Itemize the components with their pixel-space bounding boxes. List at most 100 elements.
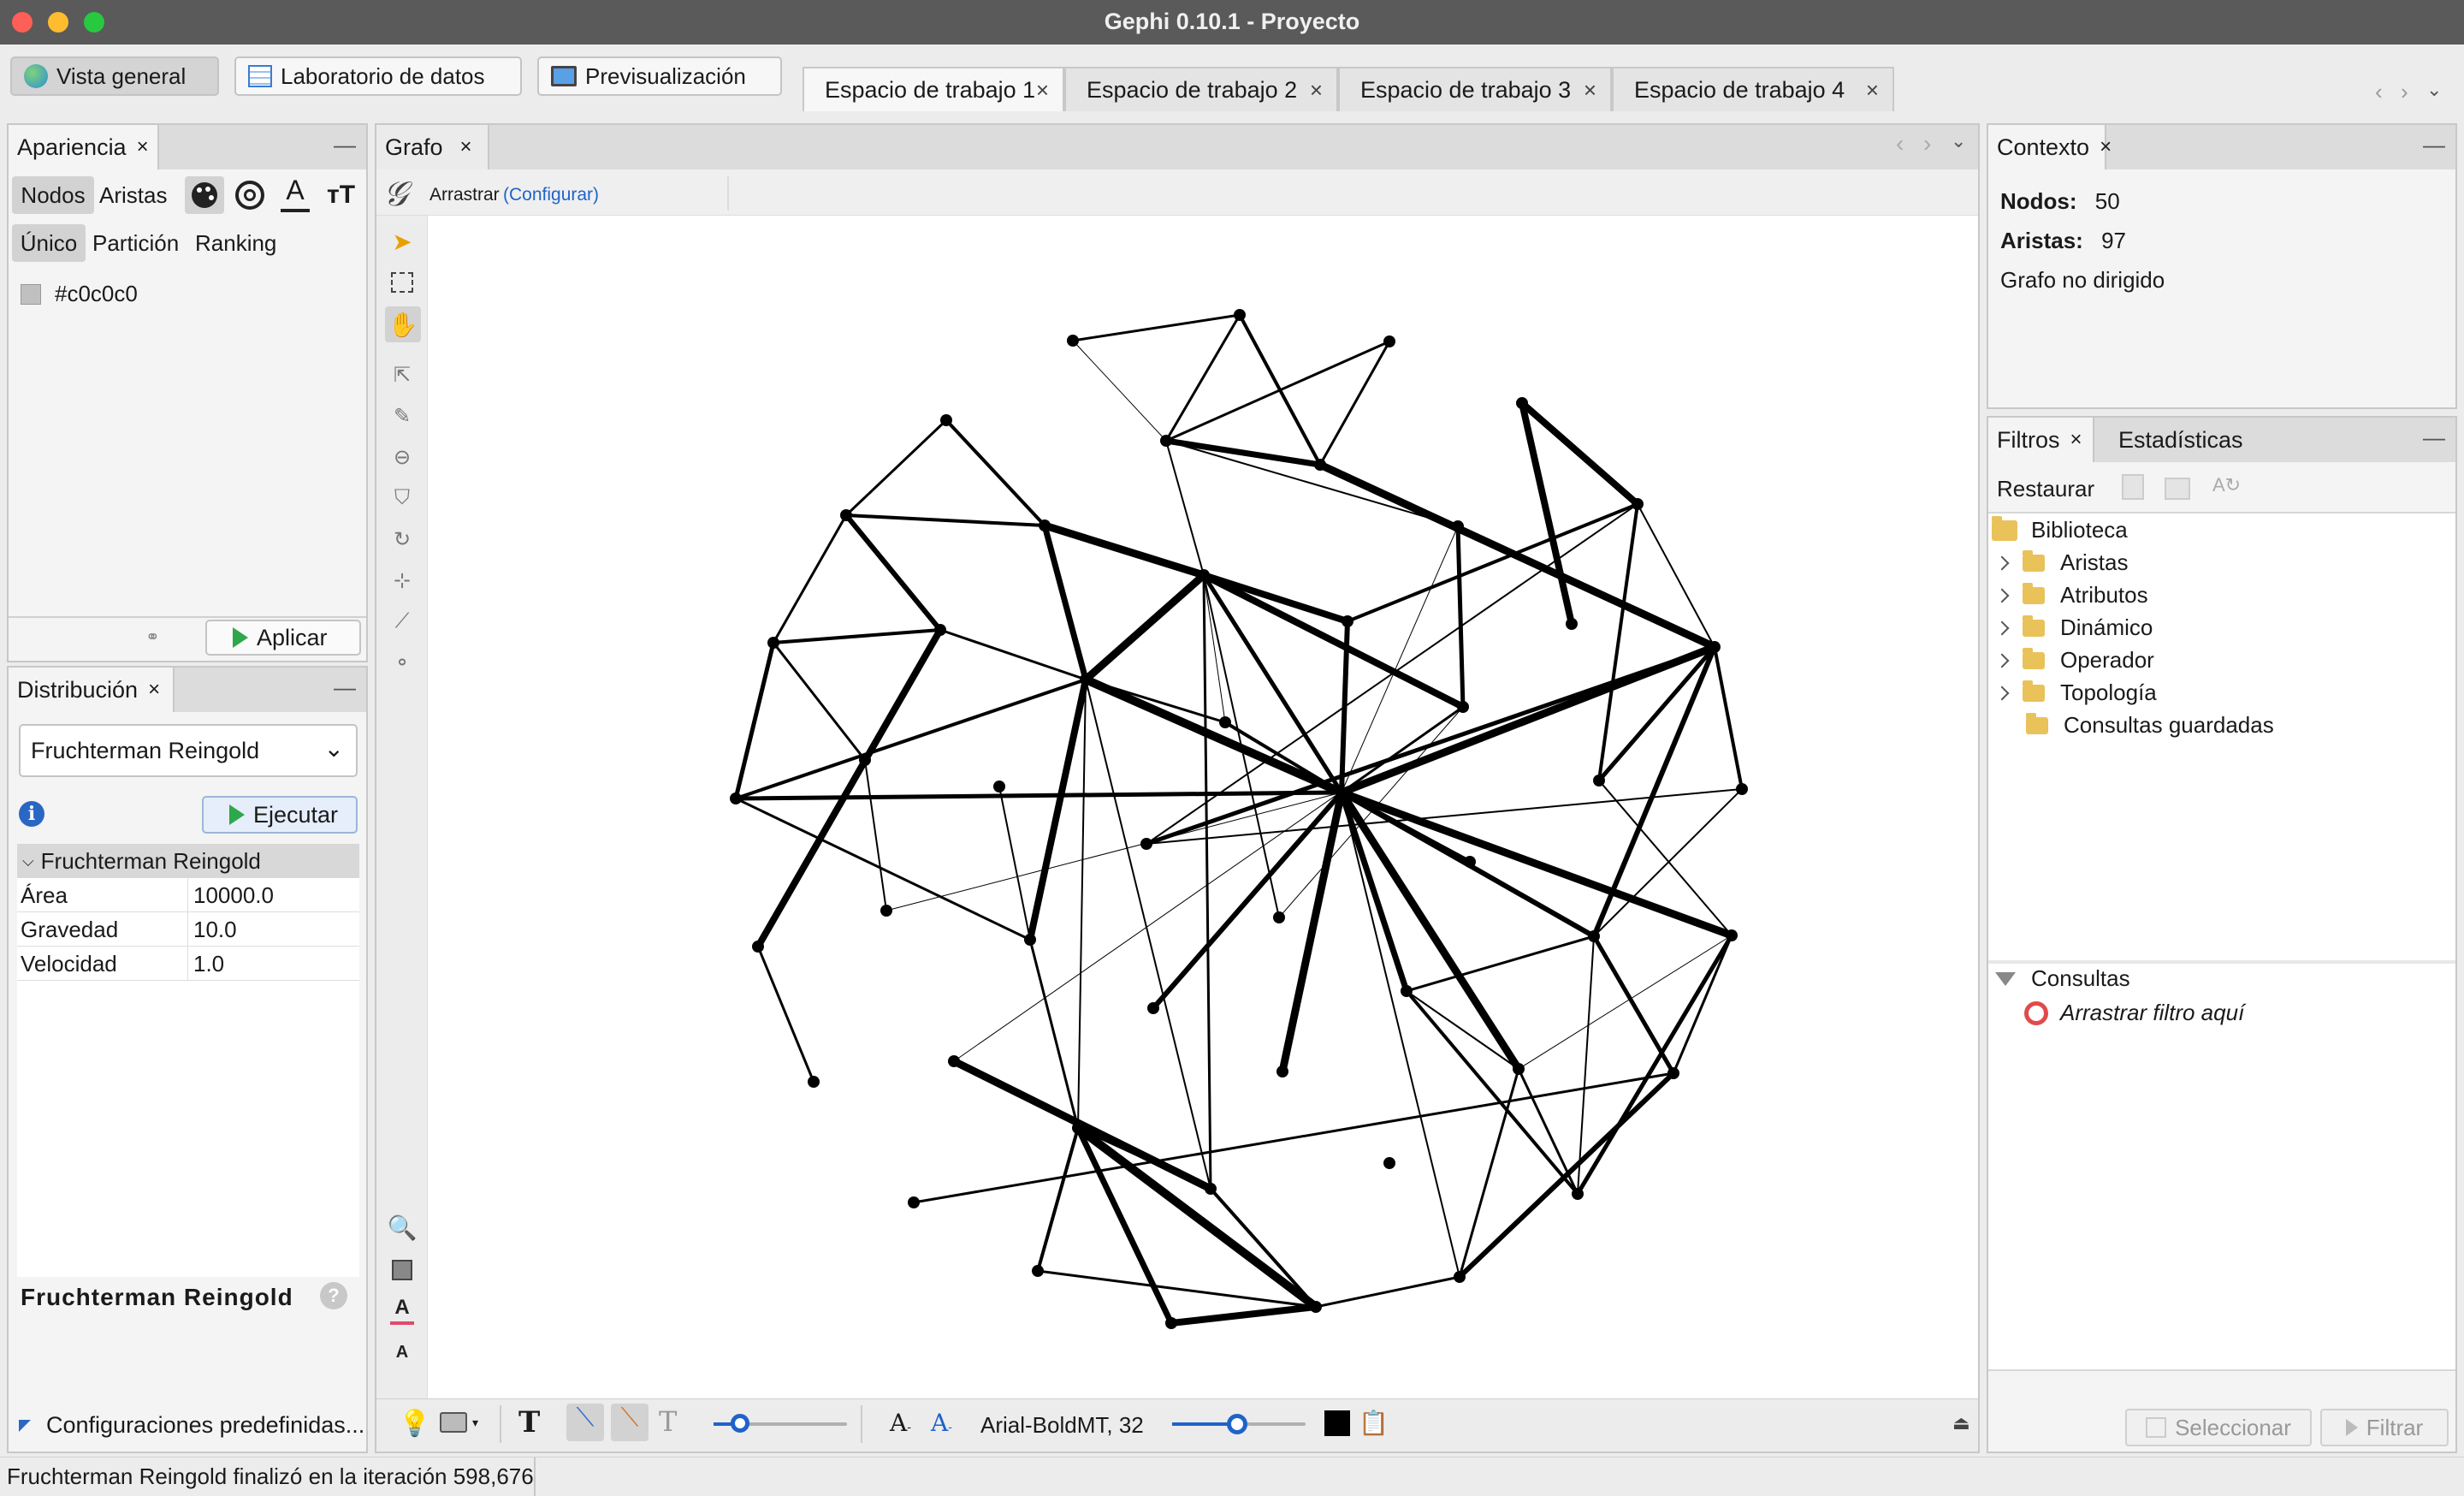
font-size-up-icon[interactable]: A-	[931, 1409, 952, 1437]
graph-node[interactable]	[1709, 641, 1721, 653]
graph-node[interactable]	[730, 793, 742, 804]
palette-icon[interactable]	[185, 176, 224, 214]
edge-labels-icon[interactable]: T	[659, 1405, 677, 1438]
queries-root[interactable]: Consultas	[1995, 965, 2130, 992]
graph-node[interactable]	[1039, 519, 1051, 531]
graph-node[interactable]	[1198, 569, 1210, 581]
graph-node[interactable]	[1464, 856, 1476, 868]
property-row[interactable]: Velocidad 1.0	[17, 947, 359, 981]
property-section-header[interactable]: ⌵ Fruchterman Reingold	[17, 844, 359, 878]
graph-node[interactable]	[1342, 615, 1353, 627]
graph-node[interactable]	[1736, 783, 1748, 795]
apply-button[interactable]: Aplicar	[205, 620, 361, 656]
label-color-icon[interactable]: A	[281, 175, 310, 212]
library-item[interactable]: Dinámico	[1994, 614, 2153, 641]
graph-node[interactable]	[1513, 1063, 1525, 1075]
tab-overview[interactable]: Vista general	[10, 56, 219, 96]
workspace-tab-2[interactable]: Espacio de trabajo 2 ×	[1064, 67, 1338, 111]
property-value[interactable]: 10000.0	[188, 878, 274, 911]
graph-node[interactable]	[1632, 498, 1644, 510]
graph-node[interactable]	[1072, 1122, 1084, 1134]
minimize-icon[interactable]: —	[2423, 132, 2445, 158]
color-swatch[interactable]	[21, 283, 41, 305]
graph-node[interactable]	[1336, 787, 1348, 798]
chevron-right-icon[interactable]: ›	[2401, 79, 2408, 105]
minimize-icon[interactable]: —	[334, 674, 356, 701]
property-value[interactable]: 10.0	[188, 912, 237, 946]
close-icon[interactable]: ×	[2100, 135, 2112, 159]
graph-node[interactable]	[1067, 335, 1079, 347]
graph-node[interactable]	[1452, 520, 1464, 532]
graph-node[interactable]	[1457, 701, 1469, 713]
layout-tab[interactable]: Distribución ×	[9, 668, 175, 712]
context-tab[interactable]: Contexto ×	[1988, 125, 2112, 169]
graph-node[interactable]	[1080, 674, 1092, 686]
chevron-right-icon[interactable]	[1994, 555, 2010, 570]
tab-nodes[interactable]: Nodos	[12, 176, 94, 214]
graph-node[interactable]	[1314, 459, 1326, 471]
font-label[interactable]: Arial-BoldMT, 32	[980, 1412, 1144, 1439]
graph-node[interactable]	[880, 905, 892, 917]
chevron-right-icon[interactable]	[1994, 653, 2010, 668]
graph-node[interactable]	[1147, 1002, 1159, 1014]
tab-preview[interactable]: Previsualización	[537, 56, 782, 96]
minimize-icon[interactable]: —	[2423, 424, 2445, 451]
library-item[interactable]: Aristas	[1994, 549, 2128, 576]
graph-node[interactable]	[767, 637, 779, 649]
slider-thumb[interactable]	[1227, 1414, 1247, 1434]
graph-node[interactable]	[940, 414, 952, 426]
select-button[interactable]: Seleccionar	[2125, 1409, 2312, 1446]
graph-node[interactable]	[859, 754, 871, 766]
graph-node[interactable]	[808, 1076, 820, 1088]
property-row[interactable]: Área 10000.0	[17, 878, 359, 912]
auto-refresh-icon[interactable]: A↻	[2212, 474, 2241, 496]
close-icon[interactable]: ×	[148, 678, 160, 702]
drop-zone[interactable]: Arrastrar filtro aquí	[2024, 1000, 2244, 1026]
chevron-right-icon[interactable]	[1994, 686, 2010, 700]
presets-button[interactable]: Configuraciones predefinidas...	[19, 1412, 364, 1439]
lightbulb-icon[interactable]: 💡	[399, 1409, 430, 1439]
show-labels-icon[interactable]: T	[518, 1405, 540, 1440]
property-value[interactable]: 1.0	[188, 947, 224, 980]
graph-node[interactable]	[840, 509, 852, 521]
graph-node[interactable]	[1140, 838, 1152, 850]
caret-down-icon[interactable]: ▾	[472, 1416, 478, 1430]
statistics-tab[interactable]: Estadísticas	[2094, 418, 2248, 462]
graph-canvas[interactable]	[376, 125, 1978, 1451]
screenshot-icon[interactable]	[440, 1412, 467, 1433]
library-item[interactable]: Operador	[1994, 647, 2154, 674]
layout-algorithm-select[interactable]: Fruchterman Reingold ⌄	[19, 724, 358, 777]
export-icon[interactable]	[2122, 474, 2144, 500]
close-icon[interactable]: ×	[1866, 77, 1879, 104]
tab-edges[interactable]: Aristas	[99, 176, 167, 214]
link-icon[interactable]: ⚭	[145, 626, 160, 648]
chevron-right-icon[interactable]	[1994, 620, 2010, 635]
appearance-tab[interactable]: Apariencia ×	[9, 125, 159, 169]
mode-ranking[interactable]: Ranking	[195, 224, 276, 262]
graph-node[interactable]	[934, 624, 946, 636]
label-color-swatch[interactable]	[1324, 1410, 1350, 1436]
graph-node[interactable]	[908, 1196, 920, 1208]
graph-node[interactable]	[1572, 1188, 1584, 1200]
graph-node[interactable]	[948, 1055, 960, 1067]
graph-node[interactable]	[1667, 1067, 1679, 1079]
reset-button[interactable]: Restaurar	[1997, 476, 2094, 502]
graph-node[interactable]	[993, 781, 1005, 793]
property-row[interactable]: Gravedad 10.0	[17, 912, 359, 947]
close-icon[interactable]: ×	[137, 135, 149, 159]
graph-node[interactable]	[1160, 435, 1172, 447]
graph-node[interactable]	[1276, 1066, 1288, 1077]
label-attributes-icon[interactable]: 📋	[1359, 1409, 1389, 1437]
library-item[interactable]: Consultas guardadas	[2026, 712, 2274, 739]
graph-node[interactable]	[1310, 1301, 1322, 1313]
workspace-tab-1[interactable]: Espacio de trabajo 1 ×	[803, 67, 1064, 111]
graph-node[interactable]	[1566, 618, 1578, 630]
close-icon[interactable]: ×	[2070, 428, 2082, 452]
expand-icon[interactable]: ⏏	[1952, 1412, 1970, 1434]
minimize-icon[interactable]: —	[334, 132, 356, 158]
graph-node[interactable]	[1383, 1157, 1395, 1169]
tab-data-laboratory[interactable]: Laboratorio de datos	[234, 56, 522, 96]
close-icon[interactable]: ×	[1036, 77, 1049, 104]
chevron-left-icon[interactable]: ‹	[2375, 79, 2383, 105]
library-item[interactable]: Atributos	[1994, 582, 2148, 608]
